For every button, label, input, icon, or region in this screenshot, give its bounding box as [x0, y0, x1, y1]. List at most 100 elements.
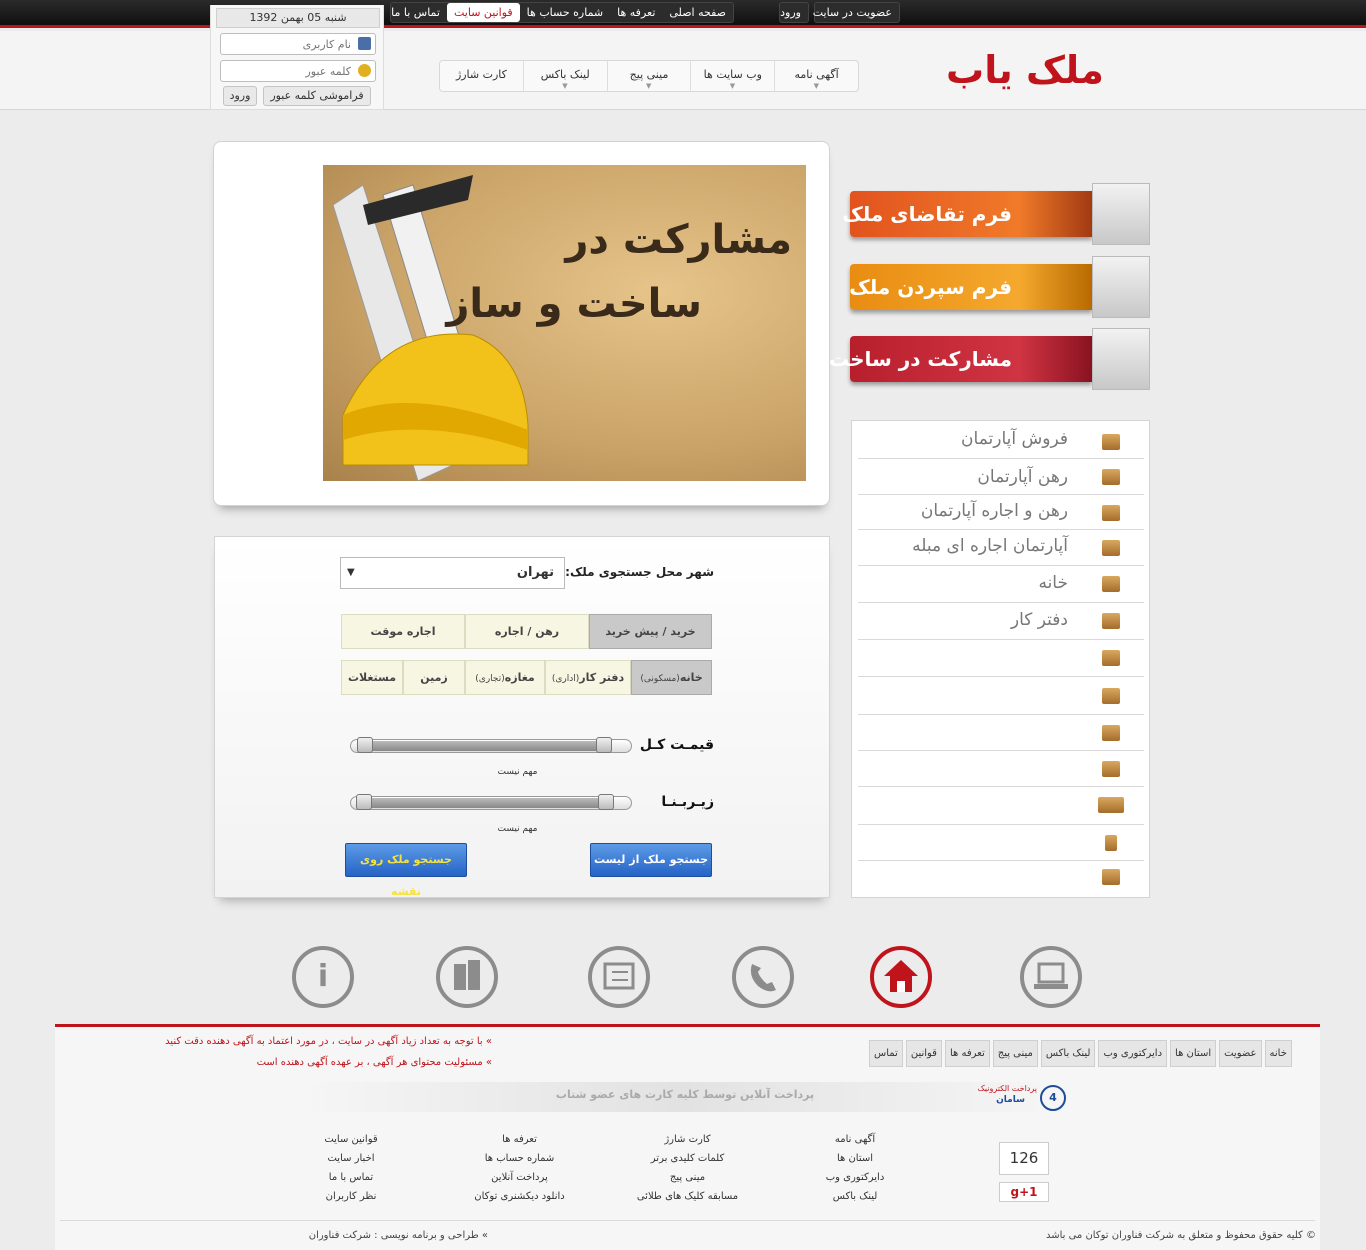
- footer-link[interactable]: لینک باکس: [800, 1191, 910, 1210]
- city-label: شهر محل جستجوی ملک:: [565, 565, 714, 579]
- price-max-handle[interactable]: [596, 737, 612, 753]
- home-icon[interactable]: [870, 946, 932, 1008]
- city-select[interactable]: تهران ▼: [340, 557, 565, 589]
- banner-image[interactable]: مشارکت در ساخت و ساز: [323, 165, 806, 481]
- top-nav-accounts[interactable]: شماره حساب ها: [520, 3, 610, 22]
- category-item-10[interactable]: [858, 751, 1144, 787]
- footer-notice-2: » مسئولیت محتوای هر آگهی ، بر عهده آگهی …: [256, 1057, 492, 1068]
- password-input[interactable]: [220, 60, 376, 82]
- buildings-icon[interactable]: [436, 946, 498, 1008]
- category-apartment-mortgage[interactable]: رهن آپارتمان: [858, 459, 1144, 495]
- menu-item-minipage[interactable]: مینی پیج ▼: [606, 61, 691, 91]
- footer-link[interactable]: شماره حساب ها: [462, 1153, 577, 1172]
- property-type-tabs: خانه(مسکونی) دفتر کار(اداری) مغازه(تجاری…: [341, 660, 712, 695]
- phone-icon[interactable]: [732, 946, 794, 1008]
- search-map-button[interactable]: جستجو ملک روی نقشه: [345, 843, 467, 898]
- footer-nav-home[interactable]: خانه: [1264, 1040, 1292, 1067]
- footer-link[interactable]: تماس با ما: [310, 1172, 392, 1191]
- tab-land[interactable]: زمین: [403, 660, 465, 695]
- promo-partnership[interactable]: مشارکت در ساخت: [829, 328, 1150, 390]
- footer-col-3: تعرفه ها شماره حساب ها پرداخت آنلاین دان…: [462, 1134, 577, 1210]
- footer-nav-minipage[interactable]: مینی پیج: [992, 1040, 1038, 1067]
- menu-item-ads[interactable]: آگهی نامه ▼: [774, 61, 858, 91]
- footer-nav-provinces[interactable]: استان ها: [1170, 1040, 1217, 1067]
- top-nav-tariffs[interactable]: تعرفه ها: [610, 3, 662, 22]
- footer-divider: [60, 1220, 1315, 1221]
- footer-nav-register[interactable]: عضویت: [1219, 1040, 1262, 1067]
- price-note: مهم نیست: [497, 767, 538, 777]
- promo-request-form[interactable]: فرم تقاضای ملک: [842, 183, 1150, 245]
- forgot-password-button[interactable]: فراموشی کلمه عبور: [263, 86, 371, 106]
- menu-label: مینی پیج: [629, 68, 669, 81]
- laptop-icon[interactable]: [1020, 946, 1082, 1008]
- online-payment-text: پرداخت آنلاین توسط کلیه کارت های عضو شتا…: [555, 1088, 815, 1101]
- footer-nav-contact[interactable]: تماس: [869, 1040, 903, 1067]
- tab-mortgage-rent[interactable]: رهن / اجاره: [465, 614, 589, 649]
- category-office[interactable]: دفتر کار: [858, 603, 1144, 640]
- footer-nav-linkbox[interactable]: لینک باکس: [1040, 1040, 1096, 1067]
- login-link[interactable]: ورود: [773, 3, 808, 22]
- footer-link[interactable]: دایرکتوری وب: [800, 1172, 910, 1191]
- apartment-icon: [1102, 434, 1120, 450]
- category-label: فروش آپارتمان: [961, 429, 1068, 449]
- footer-link[interactable]: مینی پیج: [620, 1172, 755, 1191]
- category-item-7[interactable]: [858, 640, 1144, 677]
- category-apartment-sale[interactable]: فروش آپارتمان: [858, 425, 1144, 459]
- footer-link[interactable]: تعرفه ها: [462, 1134, 577, 1153]
- category-item-13[interactable]: [858, 861, 1144, 893]
- footer-nav-web-directory[interactable]: دایرکتوری وب: [1098, 1040, 1168, 1067]
- promo-submit-form[interactable]: فرم سپردن ملک: [849, 256, 1150, 318]
- house-icon: [1102, 576, 1120, 592]
- footer-link[interactable]: استان ها: [800, 1153, 910, 1172]
- price-min-handle[interactable]: [357, 737, 373, 753]
- footer-nav-rules[interactable]: قوانین: [905, 1040, 942, 1067]
- info-icon[interactable]: i: [292, 946, 354, 1008]
- footer-link[interactable]: قوانین سایت: [310, 1134, 392, 1153]
- tab-sub-label: (تجاری): [475, 674, 505, 684]
- menu-item-linkbox[interactable]: لینک باکس ▼: [522, 61, 607, 91]
- menu-item-websites[interactable]: وب سایت ها ▼: [690, 61, 774, 91]
- tab-house[interactable]: خانه(مسکونی): [631, 660, 712, 695]
- category-item-11[interactable]: [858, 787, 1144, 825]
- top-nav-contact[interactable]: تماس با ما: [384, 3, 447, 22]
- footer-link[interactable]: آگهی نامه: [800, 1134, 910, 1153]
- tab-shop[interactable]: مغازه(تجاری): [465, 660, 545, 695]
- footer-link[interactable]: نظر کاربران: [310, 1191, 392, 1210]
- category-furnished-apartment[interactable]: آپارتمان اجاره ای مبله: [858, 530, 1144, 566]
- category-label: رهن آپارتمان: [977, 467, 1068, 487]
- menu-item-charge-card[interactable]: کارت شارژ: [440, 61, 523, 91]
- category-house[interactable]: خانه: [858, 566, 1144, 603]
- login-button[interactable]: ورود: [223, 86, 257, 106]
- footer-link[interactable]: کارت شارژ: [620, 1134, 755, 1153]
- area-max-handle[interactable]: [598, 794, 614, 810]
- footer-link[interactable]: دانلود دیکشنری توکان: [462, 1191, 577, 1210]
- footer-col-2: کارت شارژ کلمات کلیدی برتر مینی پیج مساب…: [620, 1134, 755, 1210]
- footer-link[interactable]: پرداخت آنلاین: [462, 1172, 577, 1191]
- copyright-text: © کلیه حقوق محفوظ و متعلق به شرکت فناورا…: [1045, 1230, 1316, 1241]
- category-item-12[interactable]: [858, 825, 1144, 861]
- listing-icon[interactable]: [588, 946, 650, 1008]
- designer-credit[interactable]: » طراحی و برنامه نویسی : شرکت فناوران: [228, 1230, 488, 1241]
- google-plus-button[interactable]: g+1: [999, 1182, 1049, 1202]
- username-input[interactable]: [220, 33, 376, 55]
- footer-link[interactable]: کلمات کلیدی برتر: [620, 1153, 755, 1172]
- tab-buy[interactable]: خرید / پیش خرید: [589, 614, 712, 649]
- tab-temp-rent[interactable]: اجاره موقت: [341, 614, 465, 649]
- saman-logo-icon: 4: [1040, 1085, 1066, 1111]
- category-item-8[interactable]: [858, 677, 1144, 715]
- user-icon: [358, 37, 371, 50]
- footer-link[interactable]: مسابقه کلیک های طلائی: [620, 1191, 755, 1210]
- category-apartment-rent[interactable]: رهن و اجاره آپارتمان: [858, 495, 1144, 530]
- top-nav-rules[interactable]: قوانین سایت: [446, 3, 520, 22]
- tab-commercial-estate[interactable]: مستغلات: [341, 660, 403, 695]
- category-item-9[interactable]: [858, 715, 1144, 751]
- footer-nav-tariffs[interactable]: تعرفه ها: [944, 1040, 990, 1067]
- register-link[interactable]: عضویت در سایت: [806, 3, 899, 22]
- top-login-nav: ورود: [779, 2, 809, 23]
- top-nav-home[interactable]: صفحه اصلی: [662, 3, 733, 22]
- footer-link[interactable]: اخبار سایت: [310, 1153, 392, 1172]
- site-logo[interactable]: ملک یاب: [930, 48, 1120, 92]
- area-min-handle[interactable]: [356, 794, 372, 810]
- tab-office[interactable]: دفتر کار(اداری): [545, 660, 631, 695]
- search-list-button[interactable]: جستجو ملک از لیست: [590, 843, 712, 877]
